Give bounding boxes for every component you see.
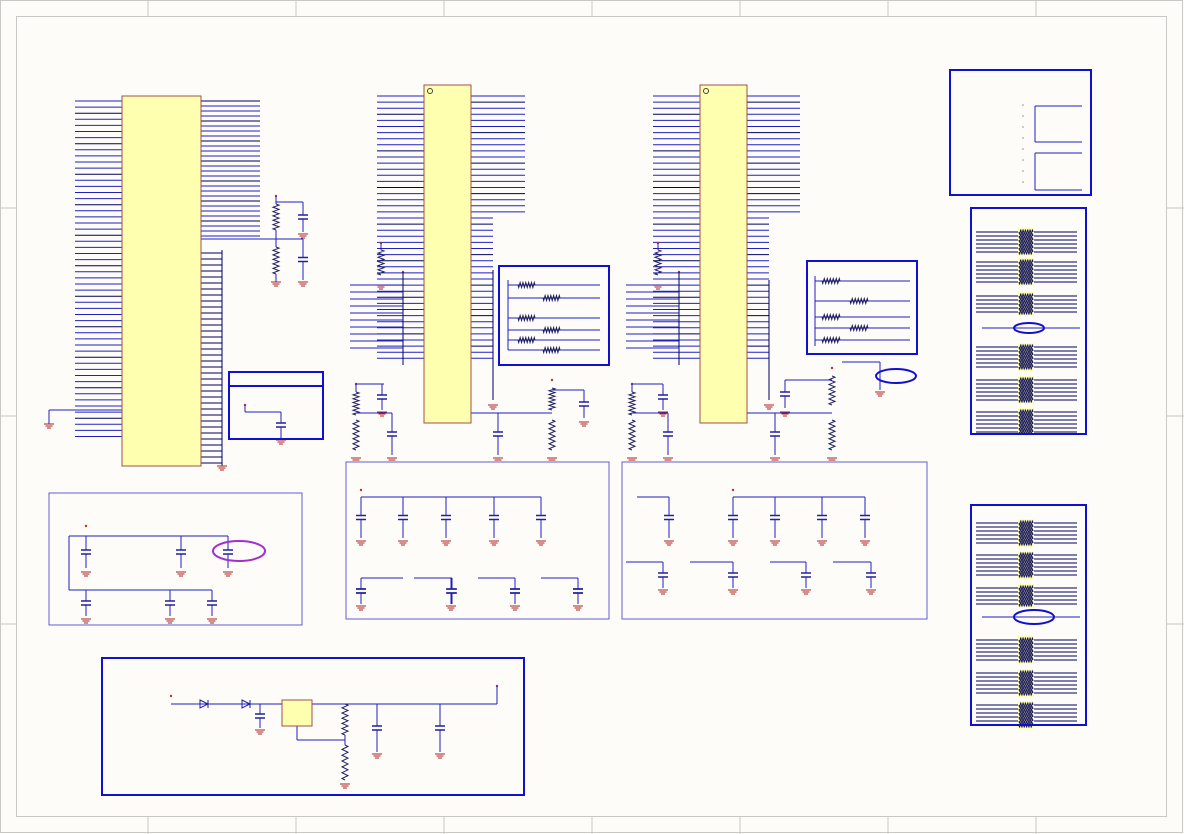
connector-pin: [1022, 170, 1024, 172]
power-pin-marker: [84, 524, 88, 528]
power-pin-marker: [550, 378, 554, 382]
ic3-body[interactable]: [699, 84, 748, 424]
power-pin-marker: [359, 488, 363, 492]
schematic-canvas: [0, 0, 1184, 834]
connector-pin: [1022, 181, 1024, 183]
connector-pin: [1022, 159, 1024, 161]
power-pin-marker: [169, 694, 173, 698]
main-mcu-body[interactable]: [121, 95, 202, 467]
connector-pin: [1022, 104, 1024, 106]
schematic-sheet: [0, 0, 1184, 834]
connector-pin: [1022, 115, 1024, 117]
power-pin-marker: [830, 366, 834, 370]
connector-pin: [1022, 137, 1024, 139]
voltage-regulator[interactable]: [281, 699, 313, 727]
connector-pin: [1022, 148, 1024, 150]
connector-pin: [1022, 126, 1024, 128]
ic2-body[interactable]: [423, 84, 472, 424]
power-pin-marker: [731, 488, 735, 492]
